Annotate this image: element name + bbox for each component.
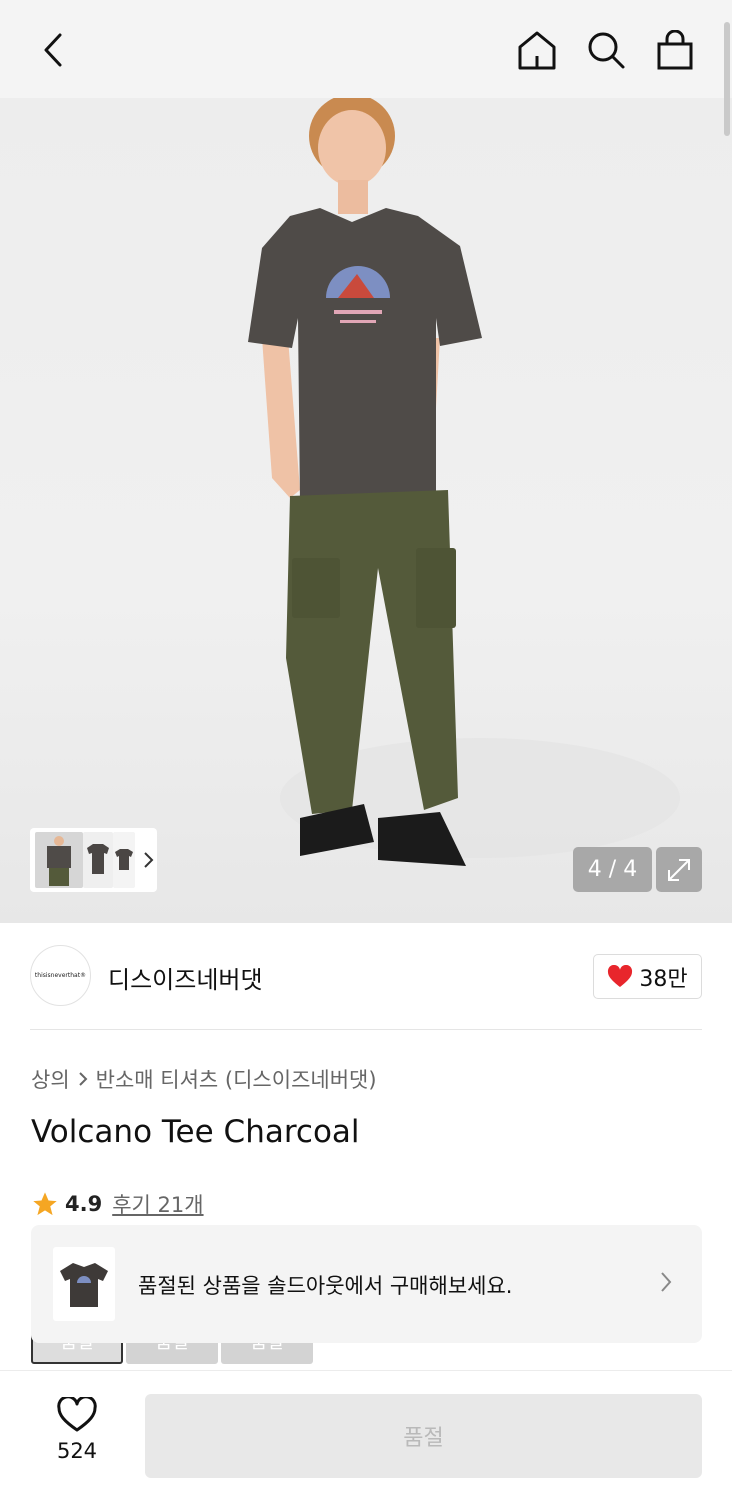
banner-product-thumbnail <box>53 1247 115 1321</box>
wishlist-button[interactable]: 524 <box>44 1397 110 1463</box>
thumbnail-image[interactable] <box>83 832 113 888</box>
soldout-buy-button[interactable]: 품절 <box>145 1394 702 1478</box>
wishlist-count: 524 <box>56 1439 98 1463</box>
breadcrumb-category[interactable]: 상의 <box>31 1064 70 1094</box>
soldout-market-banner[interactable]: 품절된 상품을 솔드아웃에서 구매해보세요. <box>31 1225 702 1343</box>
review-count-link[interactable]: 후기 21개 <box>112 1189 203 1219</box>
thumbnail-shirt-icon <box>87 844 109 874</box>
brand-like-button[interactable]: 38만 <box>593 954 702 999</box>
chevron-left-icon <box>44 33 62 67</box>
breadcrumb-subcategory[interactable]: 반소매 티셔츠 (디스이즈네버댓) <box>96 1064 377 1094</box>
product-rating: 4.9 후기 21개 <box>31 1189 204 1219</box>
chevron-right-icon <box>144 852 154 868</box>
bottom-action-bar: 524 품절 <box>0 1370 732 1500</box>
product-model-photo <box>248 98 680 866</box>
thumbnail-image[interactable] <box>35 832 83 888</box>
chevron-right-icon <box>78 1072 88 1086</box>
thumbnail-strip[interactable] <box>30 828 157 892</box>
tshirt-icon <box>60 1263 108 1307</box>
expand-icon <box>668 858 690 881</box>
banner-text: 품절된 상품을 솔드아웃에서 구매해보세요. <box>138 1274 513 1298</box>
brand-row: thisisneverthat® 디스이즈네버댓 38만 <box>30 945 702 1007</box>
brand-name[interactable]: 디스이즈네버댓 <box>108 960 263 995</box>
home-icon <box>518 31 556 70</box>
shopping-bag-icon <box>657 30 693 70</box>
brand-like-count: 38만 <box>639 966 688 992</box>
thumbnail-shirt-icon <box>115 849 133 870</box>
top-navigation-bar <box>0 0 732 98</box>
scrollbar-thumb[interactable] <box>724 22 730 136</box>
home-button[interactable] <box>515 28 559 72</box>
back-button[interactable] <box>32 28 76 72</box>
heart-filled-icon <box>608 964 633 987</box>
chevron-right-icon <box>661 1272 672 1292</box>
star-icon <box>33 1192 57 1216</box>
search-button[interactable] <box>584 28 628 72</box>
thumbnail-model-icon <box>47 836 71 886</box>
breadcrumb: 상의 반소매 티셔츠 (디스이즈네버댓) <box>31 1064 377 1094</box>
product-page: 4 / 4 thisisneverthat® 디스이즈네버댓 38만 상의 반소… <box>0 0 732 1500</box>
heart-outline-icon <box>57 1397 97 1432</box>
product-image-gallery[interactable]: 4 / 4 <box>0 98 732 923</box>
brand-logo[interactable]: thisisneverthat® <box>30 945 91 1006</box>
product-title: Volcano Tee Charcoal <box>31 1114 360 1150</box>
thumbnail-image[interactable] <box>113 832 135 888</box>
divider <box>30 1029 702 1030</box>
expand-button[interactable] <box>656 847 702 892</box>
rating-score: 4.9 <box>65 1192 103 1216</box>
search-icon <box>588 32 625 69</box>
brand-logo-text: thisisneverthat® <box>34 972 87 979</box>
image-pager: 4 / 4 <box>573 847 652 892</box>
cart-button[interactable] <box>653 28 697 72</box>
